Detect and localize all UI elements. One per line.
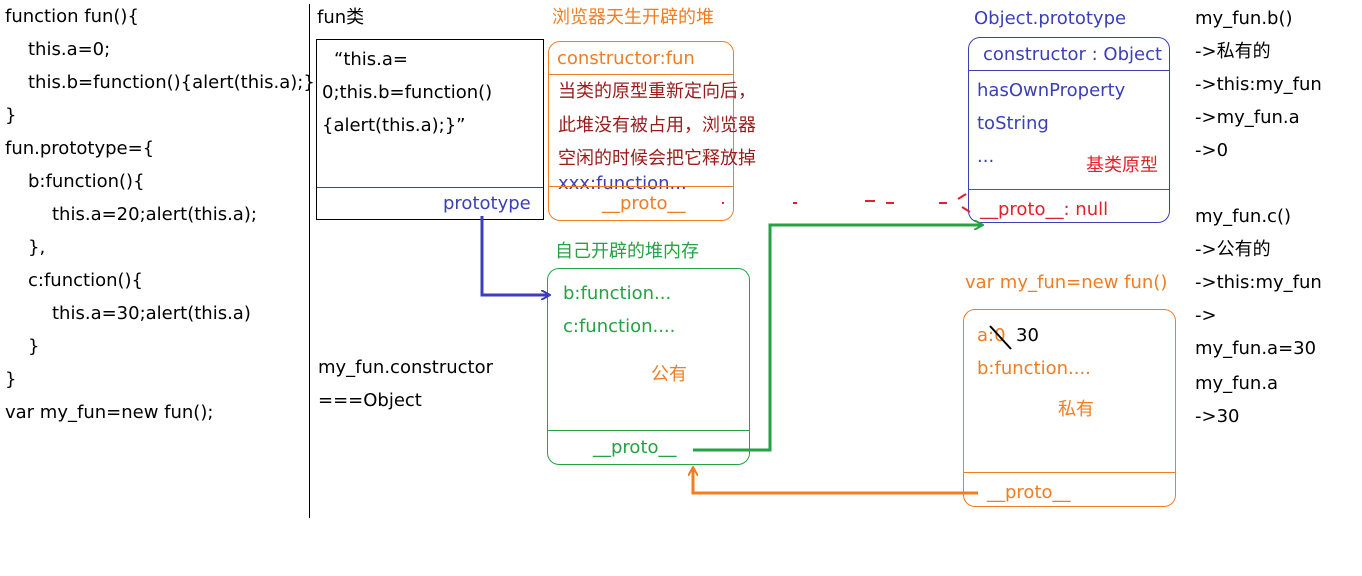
- browser-heap-proto-dashes: [722, 193, 971, 213]
- connector-layer: [480, 193, 1012, 495]
- own-heap-proto-arrow: [693, 225, 982, 452]
- instance-proto-arrow: [693, 468, 978, 495]
- prototype-arrow: [480, 216, 549, 295]
- instance-a-strike: [989, 325, 1012, 350]
